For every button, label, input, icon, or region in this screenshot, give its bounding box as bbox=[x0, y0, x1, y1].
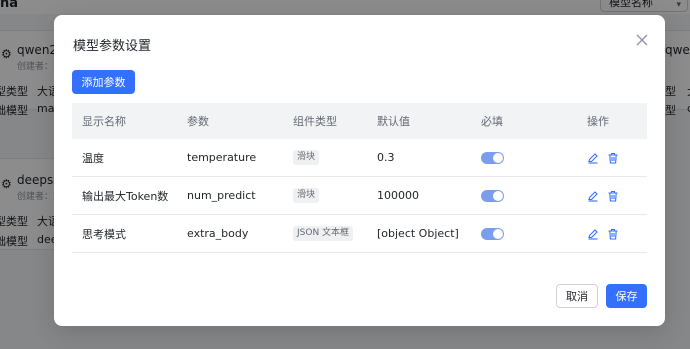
column-header: 必填 bbox=[481, 115, 503, 128]
row-actions bbox=[587, 152, 619, 164]
param-cell: extra_body bbox=[187, 227, 249, 240]
model-params-dialog: 模型参数设置 添加参数 显示名称 参数 组件类型 默认值 必填 操作 温度 te… bbox=[54, 15, 665, 326]
actions-cell bbox=[587, 215, 619, 252]
table-row: 温度 temperature 滑块 0.3 bbox=[72, 139, 647, 177]
actions-cell bbox=[587, 139, 619, 176]
column-header: 默认值 bbox=[377, 115, 410, 128]
edit-icon[interactable] bbox=[587, 152, 599, 164]
param-cell: temperature bbox=[187, 151, 257, 164]
table-row: 思考模式 extra_body JSON 文本框 [object Object] bbox=[72, 215, 647, 253]
default-value-cell: 0.3 bbox=[377, 151, 395, 164]
component-tag: JSON 文本框 bbox=[293, 226, 354, 241]
delete-icon[interactable] bbox=[607, 152, 619, 164]
actions-cell bbox=[587, 177, 619, 214]
edit-icon[interactable] bbox=[587, 228, 599, 240]
delete-icon[interactable] bbox=[607, 228, 619, 240]
params-table: 显示名称 参数 组件类型 默认值 必填 操作 温度 temperature 滑块… bbox=[72, 103, 647, 253]
table-header: 显示名称 参数 组件类型 默认值 必填 操作 bbox=[72, 103, 647, 139]
required-cell bbox=[481, 139, 504, 176]
toggle-knob bbox=[493, 152, 503, 163]
column-header: 组件类型 bbox=[293, 115, 337, 128]
component-cell: JSON 文本框 bbox=[293, 215, 354, 252]
required-toggle[interactable] bbox=[481, 189, 504, 202]
dialog-title: 模型参数设置 bbox=[73, 39, 152, 54]
edit-icon[interactable] bbox=[587, 190, 599, 202]
required-cell bbox=[481, 215, 504, 252]
required-toggle[interactable] bbox=[481, 151, 504, 164]
display-name-cell: 输出最大Token数 bbox=[82, 189, 169, 203]
default-value-cell: [object Object] bbox=[377, 227, 459, 240]
save-button[interactable]: 保存 bbox=[606, 284, 647, 308]
column-header: 显示名称 bbox=[82, 115, 126, 128]
default-value-cell: 100000 bbox=[377, 189, 419, 202]
column-header: 参数 bbox=[187, 115, 209, 128]
add-param-button[interactable]: 添加参数 bbox=[72, 70, 135, 94]
toggle-knob bbox=[493, 228, 503, 239]
required-cell bbox=[481, 177, 504, 214]
toggle-knob bbox=[493, 190, 503, 201]
delete-icon[interactable] bbox=[607, 190, 619, 202]
table-row: 输出最大Token数 num_predict 滑块 100000 bbox=[72, 177, 647, 215]
column-header: 操作 bbox=[587, 115, 609, 128]
cancel-button[interactable]: 取消 bbox=[556, 284, 598, 308]
param-cell: num_predict bbox=[187, 189, 256, 202]
row-actions bbox=[587, 190, 619, 202]
component-tag: 滑块 bbox=[293, 188, 320, 203]
component-tag: 滑块 bbox=[293, 150, 320, 165]
display-name-cell: 温度 bbox=[82, 151, 104, 165]
row-actions bbox=[587, 228, 619, 240]
component-cell: 滑块 bbox=[293, 177, 320, 214]
display-name-cell: 思考模式 bbox=[82, 227, 126, 241]
close-icon[interactable] bbox=[635, 33, 649, 47]
required-toggle[interactable] bbox=[481, 227, 504, 240]
component-cell: 滑块 bbox=[293, 139, 320, 176]
